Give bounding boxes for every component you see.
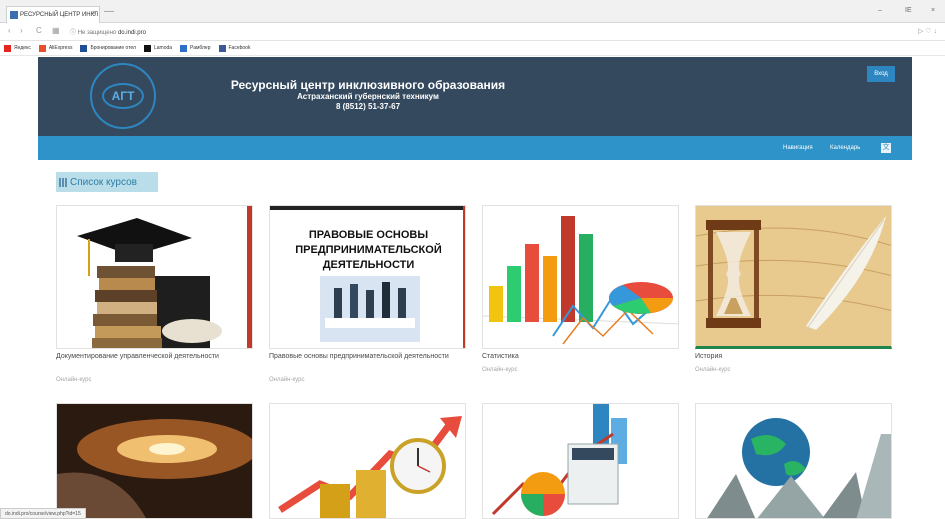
bookmark-label: Facebook [228,45,251,51]
course-title[interactable]: Статистика [482,353,679,361]
course-meta: Онлайн-курс [482,367,518,373]
site-favicon-icon [10,11,18,19]
bookmarks-bar: Яндекс AliExpress Бронирование отел Lamo… [0,41,945,56]
address-bar[interactable]: ⓘ Не защищено do.indi.pro [70,27,146,36]
restore-button[interactable]: IE [905,7,912,14]
aliexpress-icon [38,44,46,52]
site-header: АГТ Ресурсный центр инклюзивного образов… [38,57,912,136]
course-image[interactable] [56,403,253,519]
bookmark-label: Lamoda [153,45,173,51]
yandex-icon [4,44,11,52]
course-list-title: Список курсов [70,176,137,188]
course-image-caption: ПРАВОВЫЕ ОСНОВЫ ПРЕДПРИНИМАТЕЛЬСКОЙ ДЕЯТ… [295,229,442,271]
site-phone: 8 (8512) 51-37-67 [335,102,401,111]
site-nav: Навигация Календарь 文 [38,136,912,160]
course-image[interactable] [482,403,679,519]
header-text-block: Ресурсный центр инклюзивного образования… [198,78,538,112]
browser-status-bar: do.indi.pro/course/view.php?id=15 [0,508,86,519]
site-subtitle: Астраханский губернский техникум [297,92,439,101]
bookmark-booking[interactable]: Бронирование отел [80,44,136,52]
bookmark-label: Бронирование отел [90,45,136,51]
course-meta: Онлайн-курс [269,377,305,383]
browser-tab[interactable]: РЕСУРСНЫЙ ЦЕНТР ИНКЛ × [6,6,100,23]
back-icon[interactable]: ‹ [8,26,11,35]
course-image[interactable] [56,205,253,349]
course-image[interactable] [695,403,892,519]
tab-bar: РЕСУРСНЫЙ ЦЕНТР ИНКЛ × — – IE × [0,0,945,23]
course-image[interactable] [482,205,679,349]
close-window-button[interactable]: × [931,7,935,14]
bookmark-label: Яндекс [14,45,31,51]
bookmark-facebook[interactable]: Facebook [218,44,251,52]
bookmark-yandex[interactable]: Яндекс [4,44,31,52]
rambler-icon [180,44,188,52]
grid-icon[interactable]: ▦ [52,26,60,35]
browser-menu-icon[interactable]: ▷ ♡ ↓ [918,27,937,35]
url-prefix: Не защищено [77,30,117,36]
tab-close-icon[interactable]: × [92,10,96,17]
facebook-icon [218,44,226,52]
bookmark-label: Рамблер [190,45,211,51]
bookmark-rambler[interactable]: Рамблер [180,44,211,52]
bookmark-lamoda[interactable]: Lamoda [143,44,173,52]
address-bar-row: ‹ › C ▦ ⓘ Не защищено do.indi.pro ▷ ♡ ↓ [0,23,945,41]
course-meta: Онлайн-курс [695,367,731,373]
course-title[interactable]: История [695,353,892,361]
minimize-button[interactable]: – [878,7,882,14]
course-meta: Онлайн-курс [56,377,92,383]
bookmark-label: AliExpress [48,45,73,51]
grid-icon [59,177,68,187]
booking-icon [80,44,88,52]
course-list-heading: Список курсов [56,172,158,192]
security-info-icon[interactable]: ⓘ [70,30,76,36]
new-tab-button[interactable]: — [104,6,114,17]
course-image[interactable]: ПРАВОВЫЕ ОСНОВЫ ПРЕДПРИНИМАТЕЛЬСКОЙ ДЕЯТ… [269,205,466,349]
reload-icon[interactable]: C [36,26,42,35]
login-button[interactable]: Вход [867,66,895,82]
site-logo[interactable]: АГТ [90,63,156,129]
url-domain: do.indi.pro [117,30,146,36]
site-title: Ресурсный центр инклюзивного образования [230,78,506,92]
course-title[interactable]: Правовые основы предпринимательской деят… [269,353,466,361]
language-icon[interactable]: 文 [881,143,891,153]
course-title[interactable]: Документирование управленческой деятельн… [56,353,253,361]
nav-item-navigation[interactable]: Навигация [783,145,813,151]
nav-item-calendar[interactable]: Календарь [830,145,860,151]
logo-text: АГТ [102,83,144,109]
course-image[interactable] [695,205,892,349]
course-image[interactable] [269,403,466,519]
forward-icon[interactable]: › [20,26,23,35]
bookmark-aliexpress[interactable]: AliExpress [38,44,73,52]
tab-title: РЕСУРСНЫЙ ЦЕНТР ИНКЛ [20,12,99,18]
browser-window: РЕСУРСНЫЙ ЦЕНТР ИНКЛ × — – IE × ‹ › C ▦ … [0,0,945,519]
lamoda-icon [143,44,151,52]
